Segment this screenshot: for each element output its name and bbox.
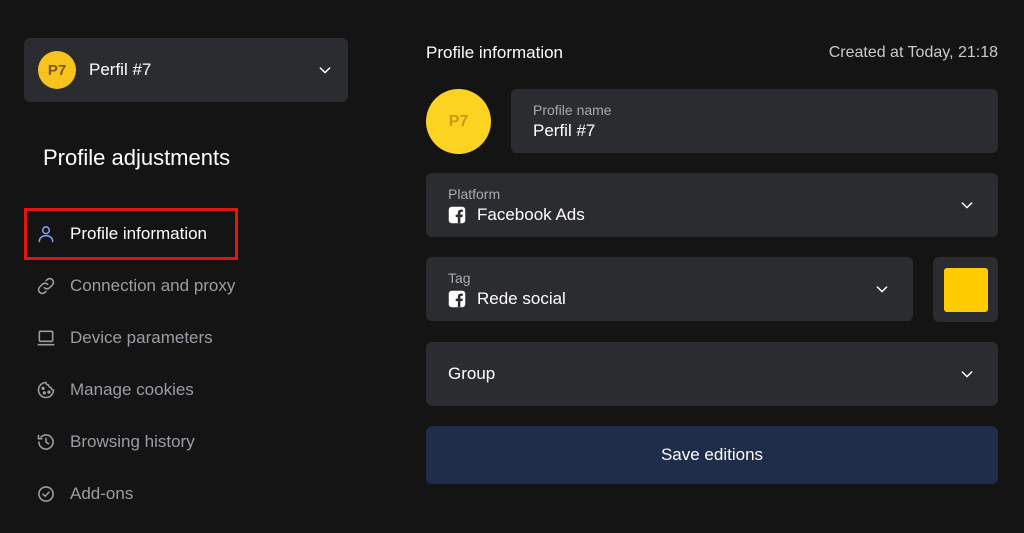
platform-value-row: Facebook Ads [448,205,958,225]
check-circle-icon [34,482,58,506]
page-title: Profile information [426,43,564,62]
link-icon [34,274,58,298]
chevron-down-icon [958,196,976,214]
platform-label: Platform [448,185,501,202]
profile-selector[interactable]: P7 Perfil #7 [24,38,348,102]
facebook-icon [448,290,466,308]
sidebar-item-label: Browsing history [70,432,195,451]
profile-name-label: Profile name [533,101,612,118]
profile-name-value: Perfil #7 [533,120,596,140]
sidebar-item-label: Connection and proxy [70,276,236,295]
sidebar-item-browsing-history[interactable]: Browsing history [24,416,284,468]
facebook-icon [448,206,466,224]
sidebar-item-connection-proxy[interactable]: Connection and proxy [24,260,284,312]
save-editions-button[interactable]: Save editions [426,426,998,484]
group-select[interactable]: Group [426,342,998,406]
cookie-icon [34,378,58,402]
sidebar-item-label: Device parameters [70,328,213,347]
tag-content: Tag Rede social [448,270,873,309]
profile-avatar[interactable]: P7 [426,89,491,154]
tag-color-picker[interactable] [933,257,998,322]
profile-name-content: Profile name Perfil #7 [533,102,976,141]
sidebar-title: Profile adjustments [43,145,231,170]
profile-avatar-small: P7 [38,51,76,89]
created-at-label: Created at Today, 21:18 [828,44,998,61]
tag-label: Tag [448,269,471,286]
history-icon [34,430,58,454]
platform-value: Facebook Ads [477,204,585,224]
sidebar-item-profile-information[interactable]: Profile information [24,208,238,260]
tag-value: Rede social [477,288,566,308]
sidebar-item-label: Profile information [70,224,208,243]
platform-content: Platform Facebook Ads [448,186,958,225]
chevron-down-icon [873,280,891,298]
sidebar-item-add-ons[interactable]: Add-ons [24,468,284,520]
user-icon [34,222,58,246]
profile-selector-name: Perfil #7 [89,60,152,79]
sidebar-nav: Profile information Connection and proxy… [24,208,284,520]
laptop-icon [34,326,58,350]
sidebar-item-label: Add-ons [70,484,134,503]
sidebar-item-label: Manage cookies [70,380,194,399]
chevron-down-icon [958,365,976,383]
tag-color-swatch [943,267,988,312]
group-content: Group [448,364,958,384]
profile-name-field[interactable]: Profile name Perfil #7 [511,89,998,153]
platform-select[interactable]: Platform Facebook Ads [426,173,998,237]
tag-select[interactable]: Tag Rede social [426,257,913,321]
sidebar-item-manage-cookies[interactable]: Manage cookies [24,364,284,416]
sidebar-item-device-parameters[interactable]: Device parameters [24,312,284,364]
group-label: Group [448,364,496,383]
tag-value-row: Rede social [448,289,873,309]
chevron-down-icon [316,61,334,79]
